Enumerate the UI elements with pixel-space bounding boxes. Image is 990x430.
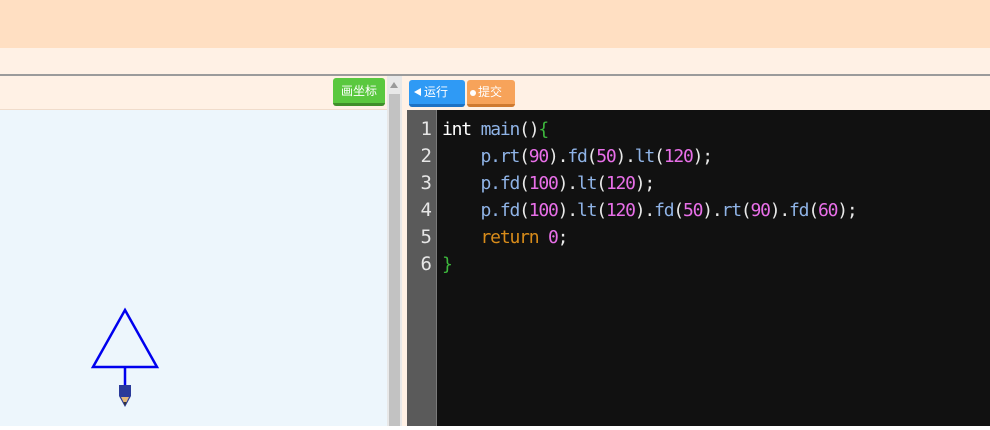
drawing-canvas[interactable] xyxy=(0,110,387,426)
editor-panel: 运行 提交 1 2 3 4 5 6 int main(){ p.rt(90).f… xyxy=(407,76,990,426)
run-button[interactable]: 运行 xyxy=(409,80,465,107)
sub-header xyxy=(0,48,990,74)
code-token: ). xyxy=(557,200,578,221)
code-token: ); xyxy=(634,173,655,194)
code-token: 90 xyxy=(528,146,549,167)
line-number: 2 xyxy=(420,145,432,167)
drawing-toolbar: 画坐标 xyxy=(0,76,387,110)
code-token: 100 xyxy=(528,173,559,194)
code-token: ). xyxy=(557,173,578,194)
code-token: () xyxy=(519,119,539,140)
code-token: rt xyxy=(721,200,742,221)
code-token: ); xyxy=(837,200,857,221)
code-token: return xyxy=(442,227,549,248)
code-token: 90 xyxy=(750,200,770,221)
code-line[interactable]: } xyxy=(442,251,453,278)
code-token: ; xyxy=(557,227,569,248)
code-token: ( xyxy=(586,146,598,167)
code-token: ( xyxy=(808,200,819,221)
code-token: p.rt xyxy=(442,146,521,167)
line-number: 3 xyxy=(420,172,432,194)
code-token: lt xyxy=(634,146,655,167)
scroll-thumb[interactable] xyxy=(389,94,400,426)
code-line[interactable]: p.rt(90).fd(50).lt(120); xyxy=(442,143,714,170)
submit-button-label: 提交 xyxy=(478,85,503,99)
code-token: 120 xyxy=(663,146,694,167)
code-token: int xyxy=(442,119,481,140)
code-token: ). xyxy=(634,200,655,221)
code-token: ); xyxy=(692,146,713,167)
code-token: 0 xyxy=(548,227,559,248)
line-number: 6 xyxy=(420,253,432,275)
pencil-cursor-icon xyxy=(119,385,131,407)
line-number-gutter: 1 2 3 4 5 6 xyxy=(407,110,436,426)
line-number: 4 xyxy=(420,199,432,221)
draw-axis-button[interactable]: 画坐标 xyxy=(333,78,385,106)
code-token: 50 xyxy=(596,146,616,167)
submit-button[interactable]: 提交 xyxy=(467,80,515,107)
code-token: ). xyxy=(615,146,636,167)
code-token: ( xyxy=(519,146,530,167)
code-token: 60 xyxy=(817,200,838,221)
code-token: p.fd xyxy=(442,200,521,221)
code-token: fd xyxy=(567,146,587,167)
code-token: lt xyxy=(576,173,597,194)
gutter-divider xyxy=(436,110,437,426)
code-token: 120 xyxy=(605,173,636,194)
code-token: ( xyxy=(596,200,607,221)
code-token: p.fd xyxy=(442,173,521,194)
code-token: 120 xyxy=(605,200,636,221)
code-line[interactable]: p.fd(100).lt(120); xyxy=(442,170,656,197)
code-token: ). xyxy=(548,146,568,167)
code-token: lt xyxy=(576,200,597,221)
play-icon xyxy=(414,88,421,96)
code-token: main xyxy=(480,119,521,140)
code-token: ). xyxy=(702,200,722,221)
code-token: } xyxy=(442,254,453,275)
code-token: ( xyxy=(673,200,684,221)
scroll-up-icon[interactable] xyxy=(390,82,398,88)
code-line[interactable]: return 0; xyxy=(442,224,569,251)
code-token: ( xyxy=(654,146,665,167)
code-token: 100 xyxy=(528,200,559,221)
line-number: 5 xyxy=(420,226,432,248)
vertical-scrollbar[interactable] xyxy=(387,76,402,426)
turtle-drawing xyxy=(90,307,160,407)
drawing-panel: 画坐标 xyxy=(0,76,387,426)
upload-icon xyxy=(470,90,476,96)
code-token: ( xyxy=(596,173,607,194)
code-token: ). xyxy=(769,200,790,221)
code-token: { xyxy=(538,119,549,140)
code-line[interactable]: p.fd(100).lt(120).fd(50).rt(90).fd(60); xyxy=(442,197,858,224)
code-token: fd xyxy=(789,200,809,221)
code-token: ( xyxy=(519,173,530,194)
triangle-shape xyxy=(90,307,160,369)
code-line[interactable]: int main(){ xyxy=(442,116,549,143)
top-banner xyxy=(0,0,990,48)
code-token: ( xyxy=(519,200,530,221)
run-button-label: 运行 xyxy=(424,85,449,99)
line-number: 1 xyxy=(420,118,432,140)
code-token: 50 xyxy=(683,200,703,221)
code-token: fd xyxy=(654,200,674,221)
editor-toolbar: 运行 提交 xyxy=(407,76,990,110)
code-editor[interactable]: 1 2 3 4 5 6 int main(){ p.rt(90).fd(50).… xyxy=(407,110,990,426)
